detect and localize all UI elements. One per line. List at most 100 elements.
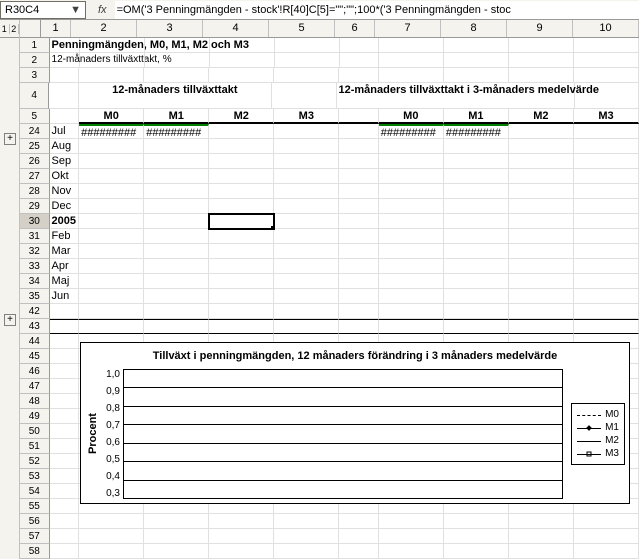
cell[interactable] [49,83,78,109]
cell[interactable] [574,68,639,83]
cell[interactable] [144,169,209,184]
cell[interactable]: Apr [50,259,80,274]
cell[interactable] [272,83,337,109]
cell[interactable]: 12-månaders tillväxttakt i 3-månaders me… [337,83,575,109]
column-header[interactable]: 2 [71,20,137,37]
cell[interactable] [379,154,444,169]
cell[interactable] [340,38,379,53]
cell[interactable] [50,529,80,544]
cell[interactable] [379,169,444,184]
cell[interactable] [144,214,209,229]
cell[interactable] [574,199,639,214]
cell[interactable] [444,544,509,559]
cell[interactable] [339,154,378,169]
cell[interactable] [210,38,275,53]
cell[interactable] [444,244,509,259]
column-header[interactable]: 4 [203,20,269,37]
cell[interactable] [144,229,209,244]
cell[interactable] [79,169,144,184]
cell[interactable] [509,214,574,229]
cell[interactable]: Nov [50,184,80,199]
cell[interactable] [509,289,574,304]
cell[interactable] [209,514,274,529]
column-header[interactable]: 9 [507,20,573,37]
cell[interactable] [79,274,144,289]
cell[interactable] [444,154,509,169]
cell[interactable] [79,139,144,154]
cell[interactable] [379,319,444,334]
cell[interactable] [79,214,144,229]
cell[interactable] [509,169,574,184]
cell[interactable] [339,274,378,289]
cell[interactable] [50,364,80,379]
cell[interactable]: ######### [144,124,209,139]
cell[interactable] [574,229,639,244]
row-header[interactable]: 58 [20,544,50,559]
cell[interactable] [274,68,339,83]
row-header[interactable]: 25 [20,139,50,154]
cell[interactable] [79,229,144,244]
cell[interactable] [79,304,144,319]
row-header[interactable]: 52 [20,454,50,469]
cell[interactable]: Mar [50,244,80,259]
cell[interactable] [339,514,378,529]
cell[interactable] [274,304,339,319]
outline-level-2[interactable]: 2 [10,24,20,34]
cell[interactable] [50,514,80,529]
cell[interactable] [444,259,509,274]
cell[interactable] [379,274,444,289]
cell[interactable] [509,184,574,199]
cell[interactable] [574,184,639,199]
cell[interactable] [339,214,378,229]
cell[interactable] [379,229,444,244]
cell[interactable] [79,544,144,559]
cell[interactable] [210,53,275,68]
cell[interactable] [144,289,209,304]
cell[interactable] [50,379,80,394]
cell[interactable] [209,529,274,544]
cell[interactable] [574,544,639,559]
row-header[interactable]: 35 [20,289,50,304]
dropdown-icon[interactable]: ▼ [70,4,81,16]
cell[interactable] [509,139,574,154]
row-header[interactable]: 29 [20,199,50,214]
row-header[interactable]: 46 [20,364,50,379]
cell[interactable]: ######### [79,124,144,139]
cell[interactable]: Feb [50,229,80,244]
outline-level-1[interactable]: 1 [0,24,10,34]
cell[interactable] [209,244,274,259]
cell[interactable] [79,68,144,83]
cell[interactable] [444,53,509,68]
cell[interactable] [50,394,80,409]
cell[interactable] [79,199,144,214]
cell[interactable] [574,274,639,289]
cell[interactable] [444,214,509,229]
cell[interactable] [275,38,340,53]
cell[interactable] [444,184,509,199]
cell[interactable] [379,53,444,68]
cell[interactable] [339,139,378,154]
embedded-chart[interactable]: Tillväxt i penningmängden, 12 månaders f… [80,342,630,504]
cell[interactable] [340,53,379,68]
cell[interactable] [339,68,378,83]
cell[interactable] [339,169,378,184]
row-header[interactable]: 24 [20,124,50,139]
row-header[interactable]: 27 [20,169,50,184]
row-header[interactable]: 53 [20,469,50,484]
cell[interactable] [209,319,274,334]
cell[interactable] [50,454,80,469]
cell[interactable]: ######### [444,124,509,139]
cell[interactable] [574,259,639,274]
cell[interactable] [209,289,274,304]
cell[interactable] [144,544,209,559]
cell[interactable] [144,199,209,214]
formula-input[interactable] [115,1,639,19]
cell[interactable] [50,304,80,319]
cell[interactable] [574,154,639,169]
cell[interactable] [50,544,80,559]
cell[interactable] [509,154,574,169]
cell[interactable] [50,499,80,514]
row-header[interactable]: 34 [20,274,50,289]
row-header[interactable]: 50 [20,424,50,439]
cell[interactable]: 2005 [50,214,80,229]
